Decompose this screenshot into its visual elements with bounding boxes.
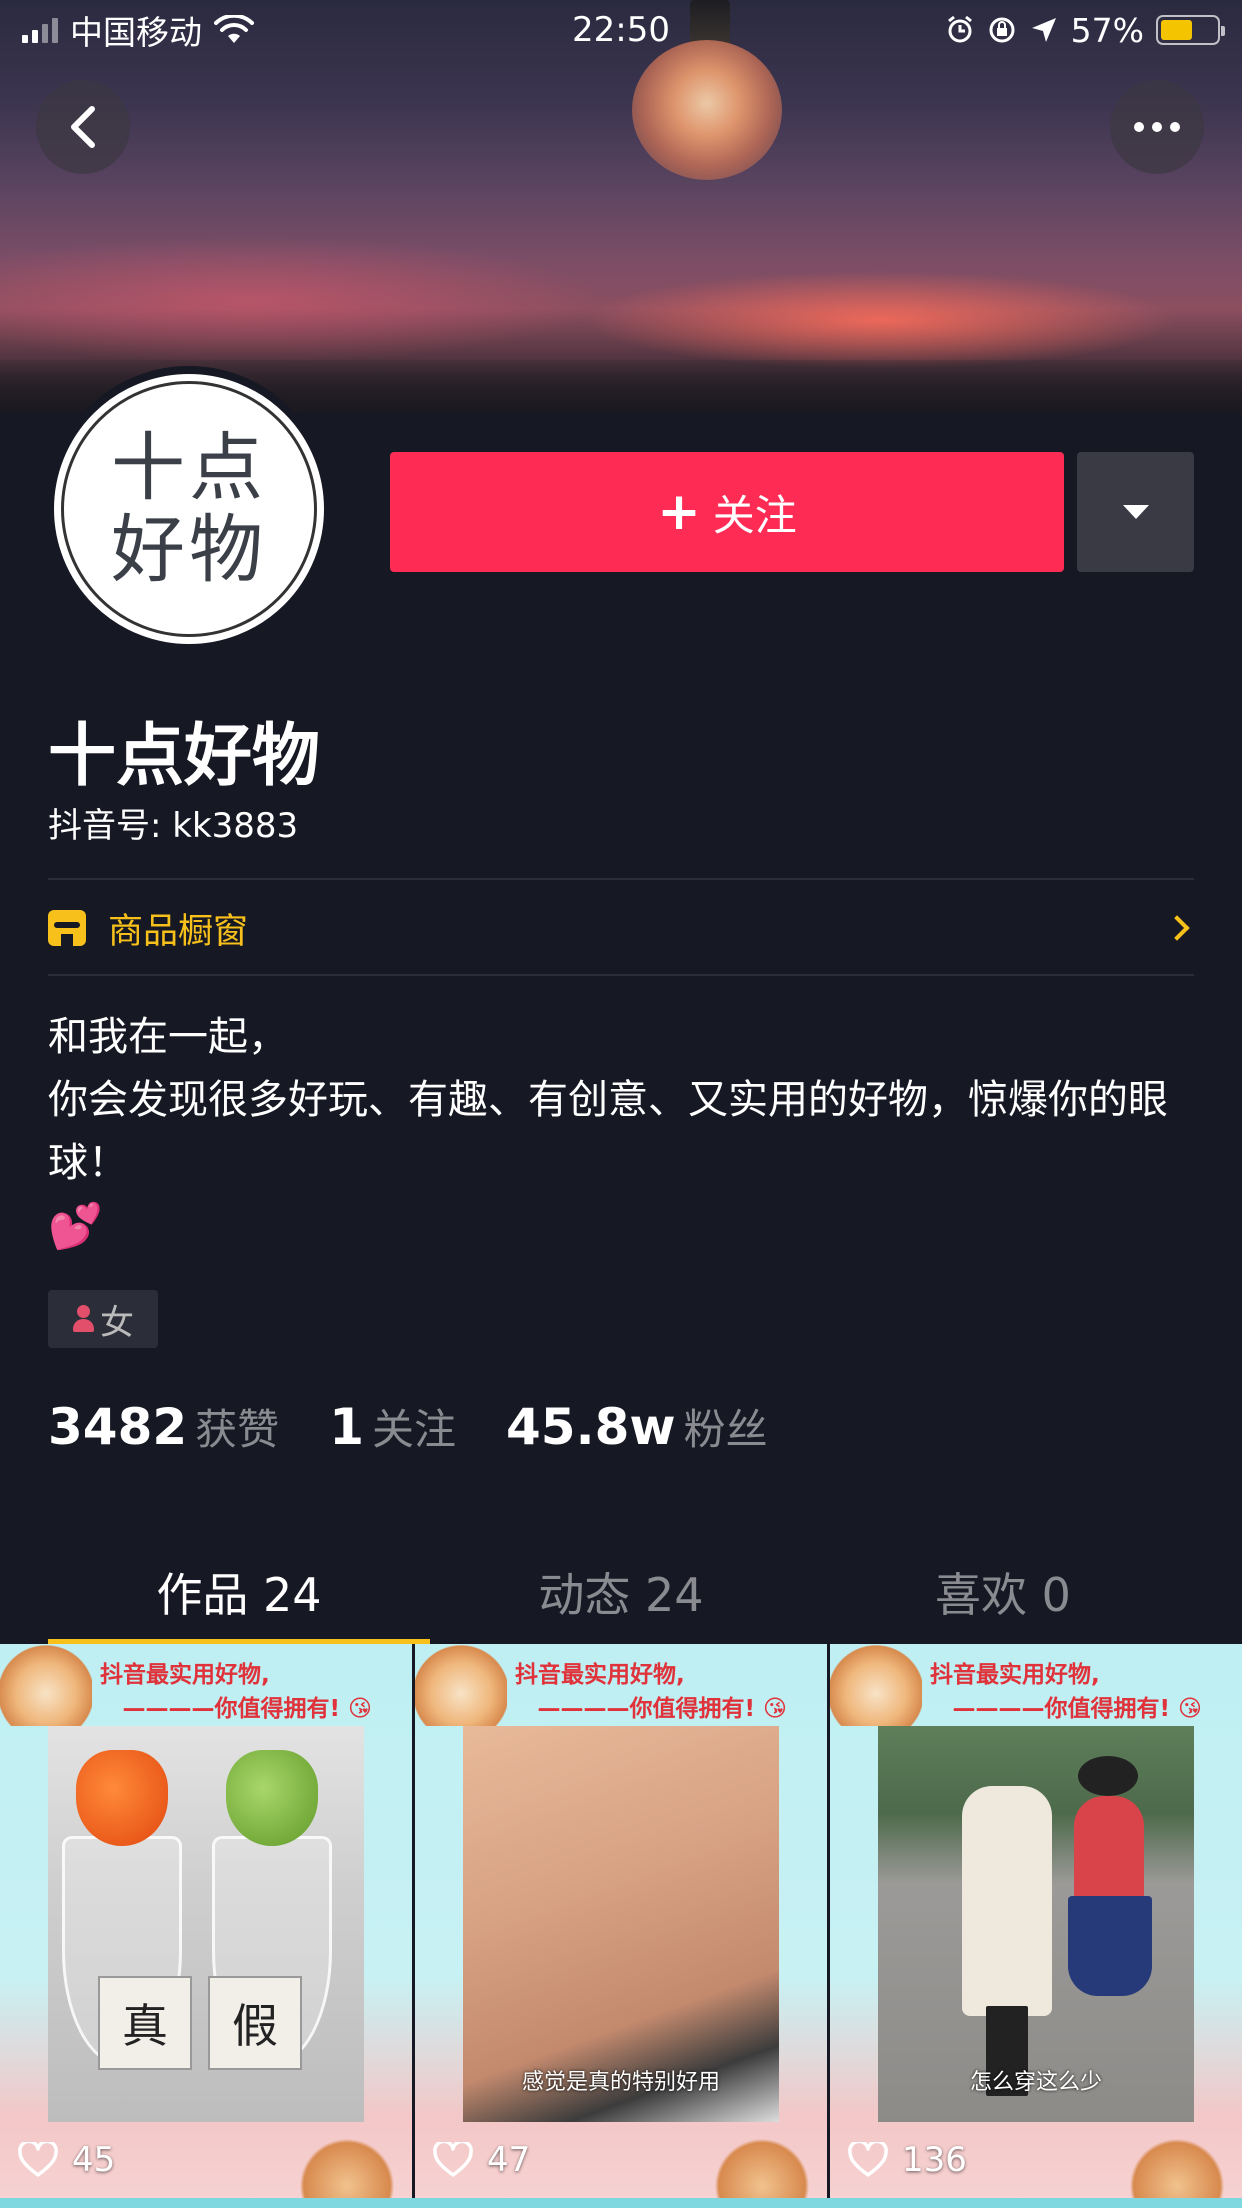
shiba-sticker bbox=[1122, 2130, 1232, 2200]
follow-label: 关注 bbox=[712, 490, 797, 540]
bio: 和我在一起， 你会发现很多好玩、有趣、有创意、又实用的好物，惊爆你的眼球！ 💕 bbox=[48, 1006, 1198, 1258]
alarm-icon bbox=[947, 15, 972, 43]
status-bar: 中国移动 22:50 57% bbox=[0, 0, 1242, 60]
heart-icon bbox=[848, 2142, 888, 2177]
video-photo bbox=[463, 1726, 779, 2122]
headline-line2: ————你值得拥有! 😘 bbox=[122, 1696, 372, 1722]
video-thumbnail[interactable]: 抖音最实用好物, ————你值得拥有! 😘 真 假 45 bbox=[0, 1644, 412, 2200]
headline-line2: ————你值得拥有! 😘 bbox=[537, 1696, 787, 1722]
avatar-logo: 十点 好物 bbox=[61, 381, 317, 637]
stat-label: 获赞 bbox=[195, 1405, 280, 1454]
gender-tag: 女 bbox=[48, 1290, 158, 1348]
like-number: 47 bbox=[487, 2140, 531, 2180]
label-real: 真 bbox=[98, 1976, 192, 2070]
more-button[interactable] bbox=[1110, 80, 1204, 174]
headline-line2: ————你值得拥有! 😘 bbox=[952, 1696, 1202, 1722]
headline-line1: 抖音最实用好物, bbox=[100, 1662, 270, 1688]
tab-works[interactable]: 作品 24 bbox=[48, 1540, 430, 1644]
wifi-icon bbox=[214, 15, 254, 43]
video-subtitle: 怎么穿这么少 bbox=[969, 2070, 1102, 2095]
stat-number: 1 bbox=[329, 1398, 364, 1456]
shiba-sticker bbox=[830, 1644, 922, 1726]
headline-line1: 抖音最实用好物, bbox=[930, 1662, 1100, 1688]
chevron-left-icon bbox=[71, 106, 95, 148]
profile-tabs: 作品 24 动态 24 喜欢 0 bbox=[48, 1540, 1194, 1644]
bio-line: 你会发现很多好玩、有趣、有创意、又实用的好物，惊爆你的眼球！ bbox=[48, 1077, 1168, 1186]
woman-in-red bbox=[1074, 1796, 1144, 1906]
profile-name: 十点好物 bbox=[48, 717, 321, 796]
like-count: 47 bbox=[433, 2140, 530, 2180]
shiba-sticker bbox=[707, 2130, 817, 2200]
shop-icon bbox=[48, 910, 86, 946]
floral-skirt bbox=[1068, 1896, 1152, 1996]
female-icon bbox=[72, 1305, 94, 1333]
video-grid: 抖音最实用好物, ————你值得拥有! 😘 真 假 45 抖音最实用好物, ——… bbox=[0, 1644, 1242, 2208]
carrier-label: 中国移动 bbox=[70, 13, 202, 52]
recommend-dropdown-button[interactable] bbox=[1077, 452, 1194, 572]
heart-icon bbox=[18, 2142, 58, 2177]
orange-gel-pod bbox=[76, 1750, 168, 1846]
stat-number: 45.8w bbox=[506, 1398, 676, 1456]
video-subtitle: 感觉是真的特别好用 bbox=[521, 2070, 720, 2095]
shiba-sticker bbox=[415, 1644, 507, 1726]
plus-icon: + bbox=[657, 482, 701, 542]
divider bbox=[48, 974, 1194, 976]
like-count: 136 bbox=[848, 2140, 967, 2180]
battery-percent: 57% bbox=[1070, 10, 1144, 50]
bio-line: 和我在一起， bbox=[48, 1014, 288, 1060]
caret-down-icon bbox=[1122, 505, 1149, 519]
shiba-sticker bbox=[292, 2130, 402, 2200]
stat-followers[interactable]: 45.8w 粉丝 bbox=[506, 1396, 768, 1457]
video-thumbnail[interactable]: 抖音最实用好物, ————你值得拥有! 😘 感觉是真的特别好用 47 bbox=[415, 1644, 827, 2200]
heart-icon bbox=[433, 2142, 473, 2177]
video-thumbnail[interactable]: 抖音最实用好物, ————你值得拥有! 😘 怎么穿这么少 136 bbox=[830, 1644, 1242, 2200]
stat-likes[interactable]: 3482 获赞 bbox=[48, 1396, 279, 1457]
headline-line1: 抖音最实用好物, bbox=[515, 1662, 685, 1688]
signal-icon bbox=[22, 17, 58, 43]
light-bulb bbox=[632, 40, 782, 180]
location-icon bbox=[1031, 18, 1056, 42]
like-count: 45 bbox=[18, 2140, 115, 2180]
video-photo bbox=[878, 1726, 1194, 2122]
profile-stats: 3482 获赞 1 关注 45.8w 粉丝 bbox=[48, 1396, 768, 1457]
label-fake: 假 bbox=[208, 1976, 302, 2070]
shiba-sticker bbox=[0, 1644, 92, 1726]
follow-button[interactable]: + 关注 bbox=[390, 452, 1064, 572]
stat-label: 粉丝 bbox=[683, 1405, 768, 1454]
shop-window-row[interactable]: 商品橱窗 bbox=[48, 880, 1194, 976]
video-photo: 真 假 bbox=[48, 1726, 364, 2122]
avatar[interactable]: 十点 好物 bbox=[46, 366, 332, 652]
woman-in-coat bbox=[962, 1786, 1052, 2016]
stat-label: 关注 bbox=[371, 1405, 456, 1454]
orientation-lock-icon bbox=[989, 17, 1015, 43]
like-number: 45 bbox=[72, 2140, 116, 2180]
tab-likes[interactable]: 喜欢 0 bbox=[812, 1540, 1194, 1644]
chevron-right-icon bbox=[1164, 915, 1190, 941]
tab-moments[interactable]: 动态 24 bbox=[430, 1540, 812, 1644]
video-headline: 抖音最实用好物, ————你值得拥有! 😘 bbox=[515, 1658, 813, 1726]
cover-banner bbox=[0, 0, 1242, 412]
avatar-text-line1: 十点 bbox=[111, 425, 267, 511]
like-number: 136 bbox=[902, 2140, 967, 2180]
next-row-peek bbox=[0, 2198, 1242, 2208]
more-dots-icon bbox=[1134, 122, 1180, 132]
back-button[interactable] bbox=[36, 80, 130, 174]
shop-window-label: 商品橱窗 bbox=[108, 911, 249, 952]
video-headline: 抖音最实用好物, ————你值得拥有! 😘 bbox=[100, 1658, 398, 1726]
hat bbox=[1078, 1756, 1138, 1796]
avatar-text-line2: 好物 bbox=[111, 507, 267, 593]
bio-emoji: 💕 bbox=[48, 1201, 103, 1252]
stat-following[interactable]: 1 关注 bbox=[329, 1396, 456, 1457]
gender-label: 女 bbox=[100, 1302, 134, 1343]
battery-icon bbox=[1156, 15, 1225, 45]
douyin-id: 抖音号: kk3883 bbox=[48, 806, 299, 846]
video-headline: 抖音最实用好物, ————你值得拥有! 😘 bbox=[930, 1658, 1228, 1726]
stat-number: 3482 bbox=[48, 1398, 188, 1456]
green-gel-pod bbox=[226, 1750, 318, 1846]
